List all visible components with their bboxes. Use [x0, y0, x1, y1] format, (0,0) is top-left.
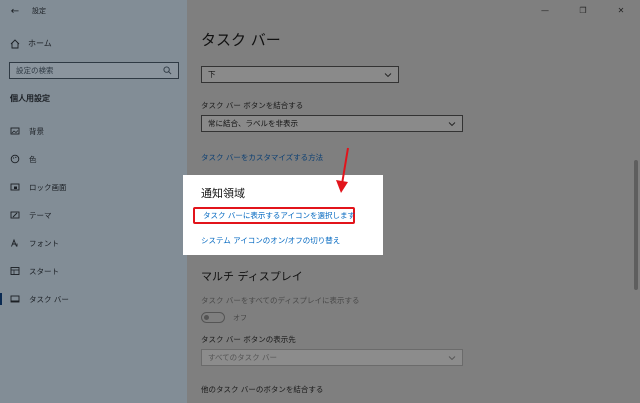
palette-icon — [10, 154, 20, 164]
sidebar-item-label: フォント — [29, 238, 59, 248]
theme-icon — [10, 210, 20, 220]
sidebar-item-theme[interactable]: テーマ — [0, 204, 187, 226]
minimize-button[interactable]: — — [526, 0, 564, 20]
sidebar-item-start[interactable]: スタート — [0, 260, 187, 282]
sidebar-item-label: 背景 — [29, 126, 44, 136]
home-icon — [10, 38, 20, 48]
chevron-down-icon — [448, 355, 456, 360]
notification-area-title: 通知領域 — [201, 187, 245, 200]
sidebar-item-label: 色 — [29, 154, 37, 164]
home-label: ホーム — [28, 39, 52, 48]
select-taskbar-icons-link[interactable]: タスク バーに表示するアイコンを選択します — [193, 207, 355, 224]
system-icons-toggle-link[interactable]: システム アイコンのオン/オフの切り替え — [201, 235, 340, 246]
page-title: タスク バー — [201, 31, 281, 49]
sidebar-section-title: 個人用設定 — [10, 94, 50, 103]
sidebar-item-label: タスク バー — [29, 294, 69, 304]
combine-label: タスク バー ボタンを結合する — [201, 101, 304, 110]
sidebar-item-taskbar[interactable]: タスク バー — [0, 288, 187, 310]
scrollbar[interactable] — [634, 160, 638, 290]
close-button[interactable]: ✕ — [602, 0, 640, 20]
dropdown-value: すべてのタスク バー — [208, 353, 278, 362]
customize-taskbar-link[interactable]: タスク バーをカスタマイズする方法 — [201, 152, 323, 163]
search-icon — [163, 66, 172, 75]
search-placeholder: 設定の検索 — [16, 66, 54, 75]
other-combine-label: 他のタスク バーのボタンを結合する — [201, 385, 324, 394]
chevron-down-icon — [448, 121, 456, 126]
close-icon: ✕ — [617, 5, 625, 15]
image-icon — [10, 126, 20, 136]
font-icon — [10, 238, 20, 248]
dropdown-value: 常に結合、ラベルを非表示 — [208, 119, 298, 128]
combine-dropdown[interactable]: 常に結合、ラベルを非表示 — [201, 115, 463, 132]
sidebar-item-font[interactable]: フォント — [0, 232, 187, 254]
sidebar-item-color[interactable]: 色 — [0, 148, 187, 170]
show-all-displays-toggle[interactable] — [201, 312, 225, 323]
maximize-button[interactable]: ❐ — [564, 0, 602, 20]
show-all-displays-label: タスク バーをすべてのディスプレイに表示する — [201, 296, 360, 305]
taskbar-icon — [10, 294, 20, 304]
start-icon — [10, 266, 20, 276]
back-button[interactable]: ← — [4, 0, 26, 22]
app-title: 設定 — [32, 7, 46, 15]
maximize-icon: ❐ — [579, 5, 587, 15]
sidebar-item-label: スタート — [29, 266, 59, 276]
titlebar: ← 設定 — [0, 0, 187, 22]
minimize-icon: — — [541, 5, 549, 15]
select-taskbar-icons-label: タスク バーに表示するアイコンを選択します — [203, 211, 356, 220]
search-input[interactable]: 設定の検索 — [9, 62, 179, 79]
sidebar-item-lock-screen[interactable]: ロック画面 — [0, 176, 187, 198]
red-arrow-annotation — [336, 147, 349, 193]
show-all-displays-toggle-row: オフ — [201, 312, 247, 323]
dropdown-value: 下 — [208, 70, 216, 79]
buttons-on-label: タスク バー ボタンの表示先 — [201, 335, 296, 344]
lock-screen-icon — [10, 182, 20, 192]
sidebar: ← 設定 ホーム 設定の検索 個人用設定 背景 色 ロック画面 テーマ フォント… — [0, 0, 187, 403]
sidebar-item-background[interactable]: 背景 — [0, 120, 187, 142]
multi-display-title: マルチ ディスプレイ — [201, 270, 303, 283]
toggle-state: オフ — [233, 313, 247, 322]
chevron-down-icon — [384, 72, 392, 77]
sidebar-item-label: ロック画面 — [29, 182, 67, 192]
window-controls: — ❐ ✕ — [526, 0, 640, 20]
back-arrow-icon: ← — [10, 5, 20, 17]
sidebar-item-label: テーマ — [29, 210, 52, 220]
taskbar-position-dropdown[interactable]: 下 — [201, 66, 399, 83]
sidebar-home[interactable]: ホーム — [10, 38, 52, 49]
buttons-on-dropdown[interactable]: すべてのタスク バー — [201, 349, 463, 366]
